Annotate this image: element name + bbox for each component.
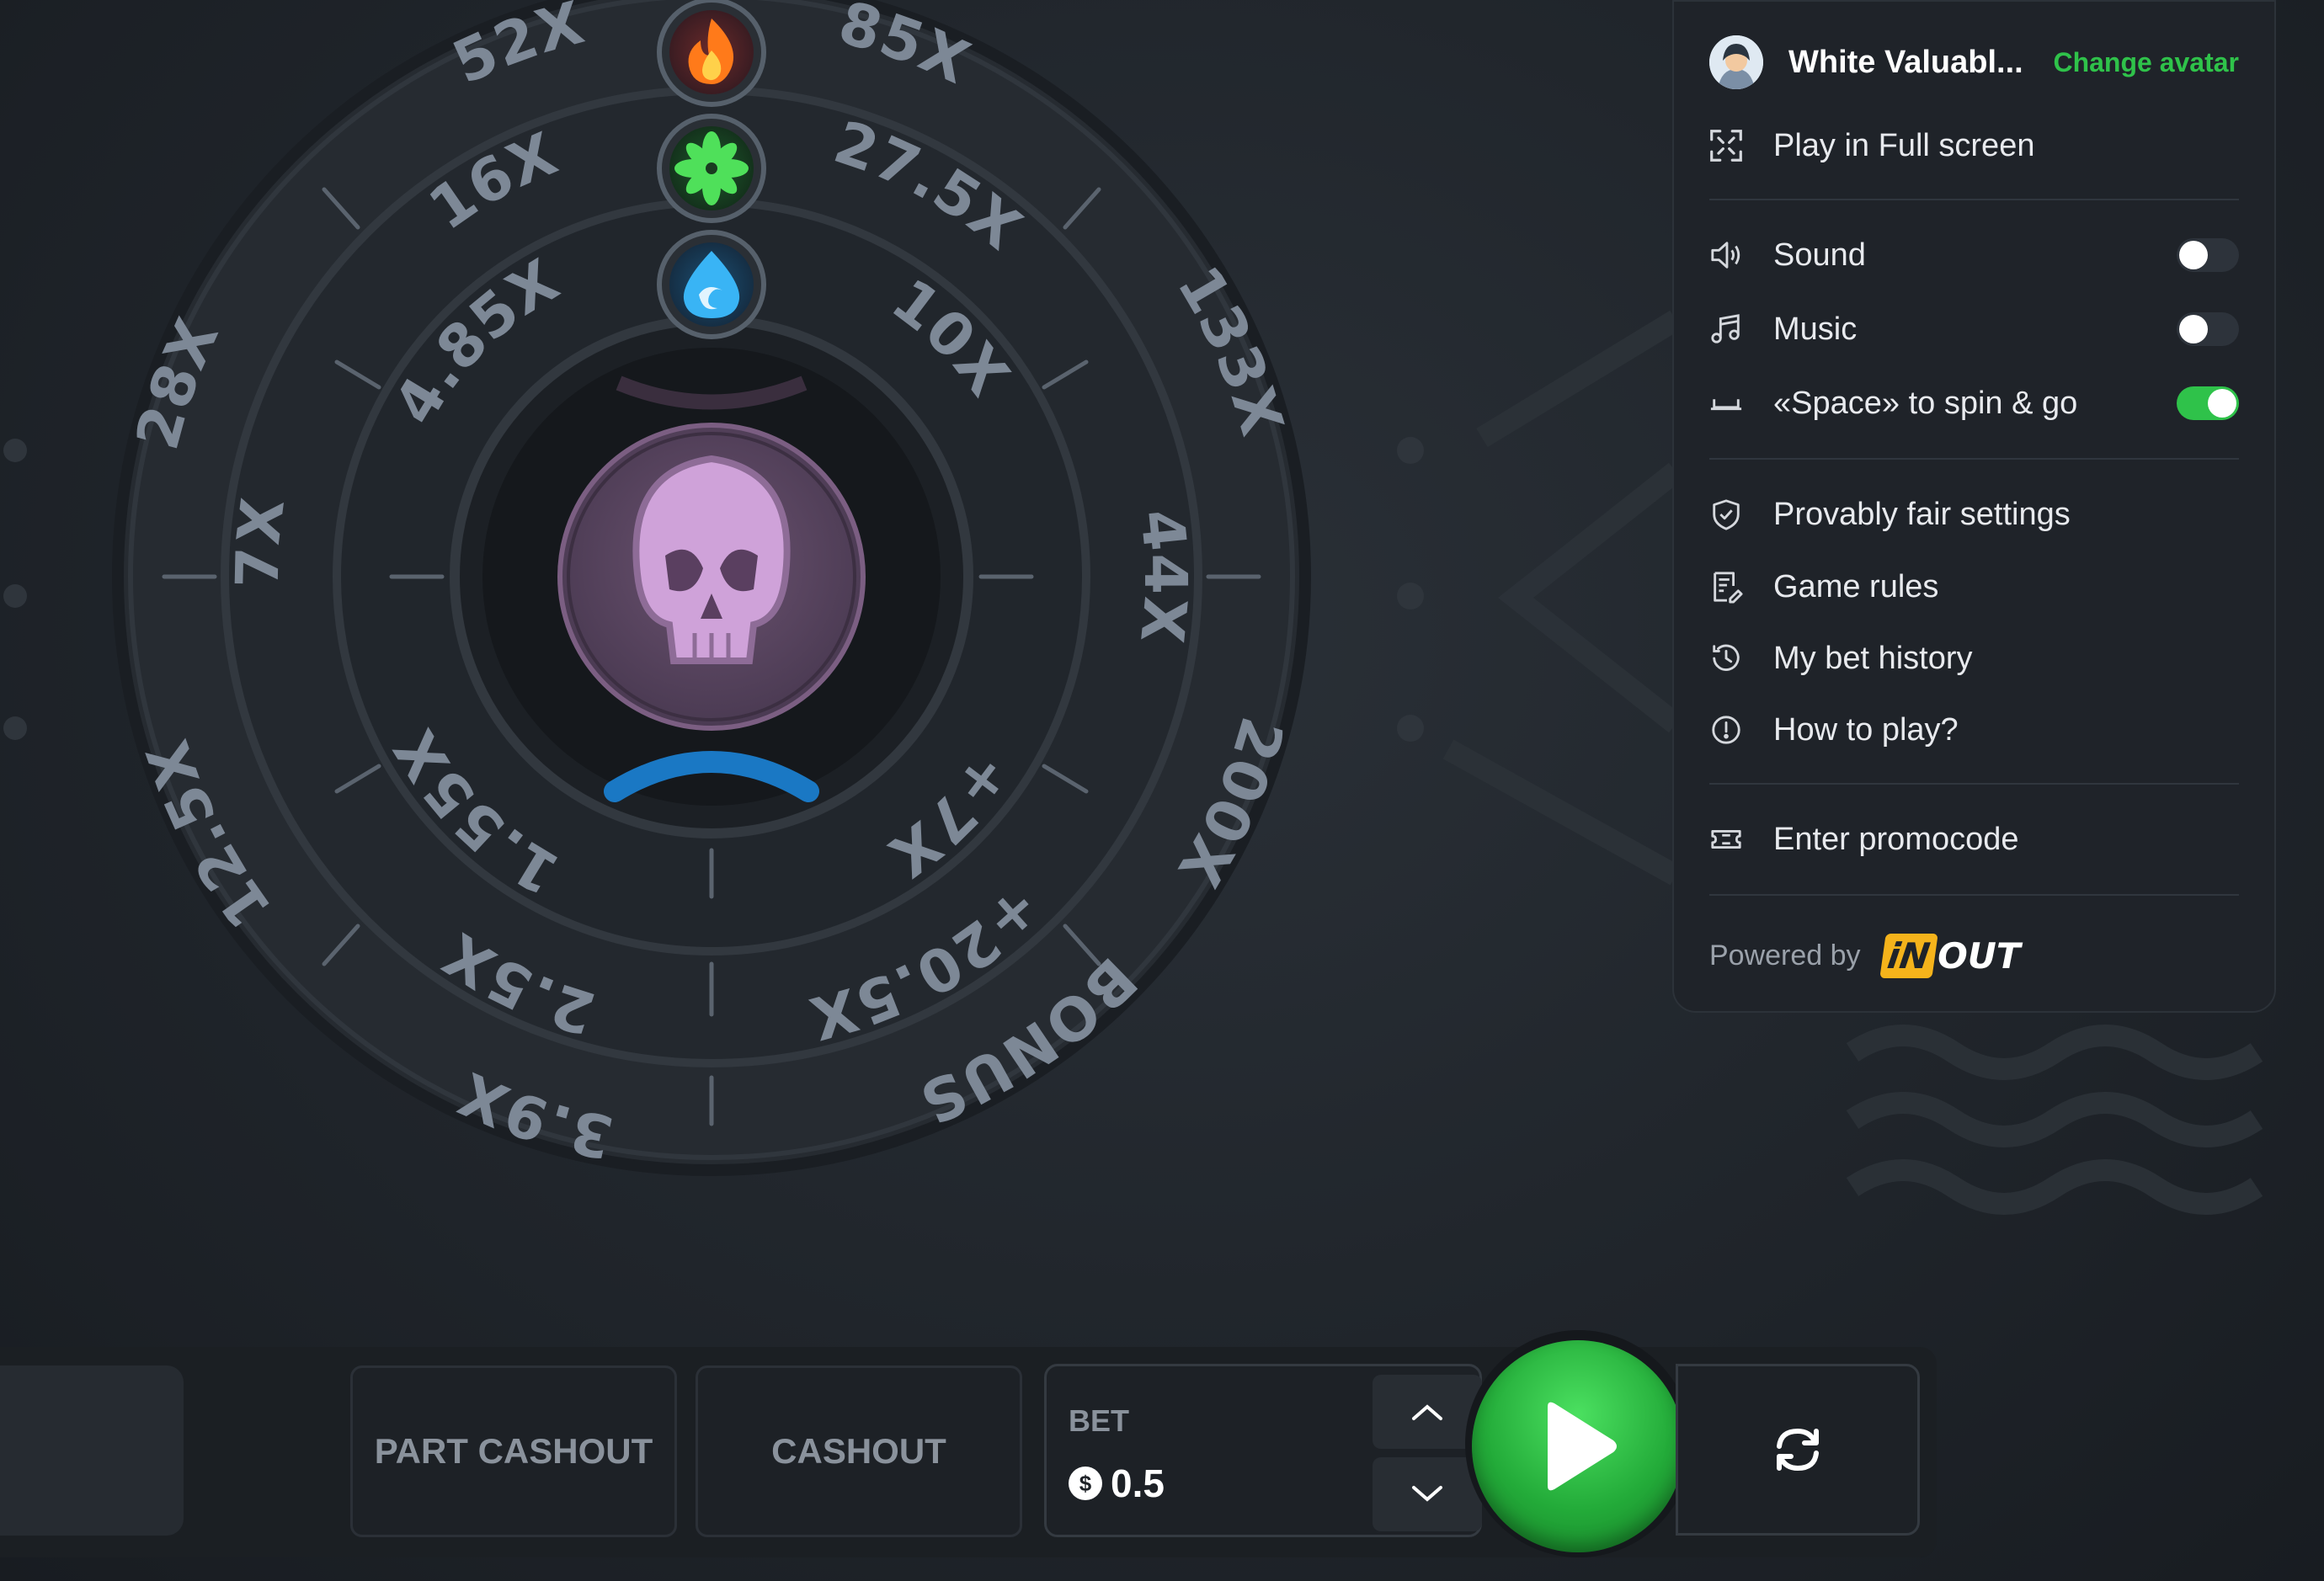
fullscreen-item[interactable]: Play in Full screen [1709, 125, 2239, 167]
game-rules-item[interactable]: Game rules [1709, 566, 2239, 608]
refresh-icon [1777, 1429, 1819, 1471]
info-icon [1709, 713, 1743, 747]
music-label: Music [1773, 311, 1858, 347]
provably-fair-item[interactable]: Provably fair settings [1709, 493, 2239, 535]
change-avatar-link[interactable]: Change avatar [2053, 47, 2239, 78]
avatar[interactable] [1709, 35, 1763, 89]
chevron-down-icon [1412, 1486, 1442, 1502]
bet-label: BET [1069, 1403, 1129, 1438]
bet-input[interactable]: BET $ 0.5 [1044, 1364, 1482, 1537]
cashout-button[interactable]: CASHOUT [696, 1365, 1022, 1537]
speaker-icon [1709, 238, 1743, 272]
history-clock-icon [1709, 641, 1743, 675]
wheel-label: 44X [1127, 506, 1200, 647]
divider [1709, 458, 2239, 460]
settings-menu: White Valuabl... Change avatar Play in F… [1672, 0, 2276, 1013]
powered-by: Powered by iN OUT [1709, 932, 2239, 979]
autoplay-button[interactable] [1676, 1364, 1920, 1536]
music-setting: Music [1709, 308, 2239, 350]
divider [1709, 199, 2239, 200]
part-cashout-button[interactable]: PART CASHOUT [350, 1365, 677, 1537]
fullscreen-label: Play in Full screen [1773, 127, 2035, 163]
username: White Valuabl... [1788, 44, 2023, 80]
space-toggle[interactable] [2177, 386, 2239, 420]
divider [1709, 894, 2239, 896]
powered-by-label: Powered by [1709, 939, 1861, 971]
promocode-item[interactable]: Enter promocode [1709, 818, 2239, 860]
bet-value: 0.5 [1111, 1461, 1165, 1505]
water-icon [657, 230, 766, 339]
user-row: White Valuabl... Change avatar [1709, 35, 2239, 89]
sound-toggle[interactable] [2177, 238, 2239, 272]
space-label: «Space» to spin & go [1773, 385, 2078, 421]
sound-setting: Sound [1709, 234, 2239, 276]
fire-icon [657, 0, 766, 107]
rules-document-icon [1709, 570, 1743, 604]
play-icon [1548, 1402, 1617, 1491]
how-to-play-item[interactable]: How to play? [1709, 709, 2239, 751]
provably-fair-label: Provably fair settings [1773, 496, 2071, 532]
bet-history-item[interactable]: My bet history [1709, 637, 2239, 679]
bet-decrease-button[interactable] [1373, 1457, 1482, 1531]
play-button[interactable] [1472, 1340, 1684, 1552]
promocode-label: Enter promocode [1773, 821, 2019, 857]
sound-label: Sound [1773, 237, 1866, 273]
ticket-icon [1709, 822, 1743, 856]
space-setting: «Space» to spin & go [1709, 382, 2239, 424]
how-to-play-label: How to play? [1773, 711, 1959, 748]
inout-logo: iN OUT [1879, 933, 2021, 978]
spacebar-icon [1709, 386, 1743, 420]
bet-history-label: My bet history [1773, 640, 1973, 676]
currency-icon: $ [1069, 1467, 1102, 1500]
music-note-icon [1709, 312, 1743, 346]
leaf-icon [657, 114, 766, 223]
music-toggle[interactable] [2177, 312, 2239, 346]
shield-check-icon [1709, 498, 1743, 531]
game-rules-label: Game rules [1773, 568, 1939, 604]
left-panel [0, 1365, 184, 1536]
chevron-up-icon [1412, 1404, 1442, 1420]
divider [1709, 783, 2239, 785]
skull-icon [557, 423, 866, 731]
fullscreen-icon [1709, 129, 1743, 162]
